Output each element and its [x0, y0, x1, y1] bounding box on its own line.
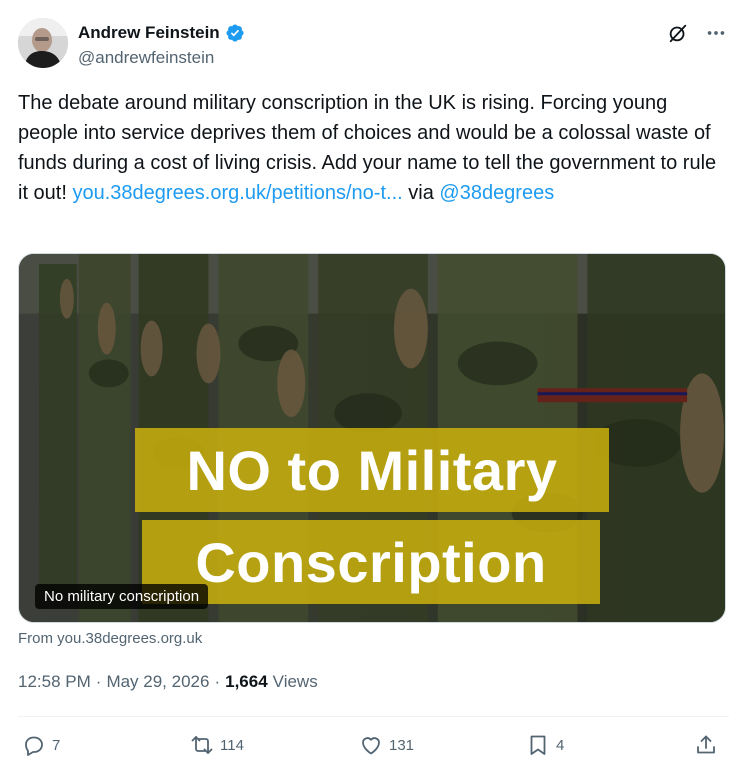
- bookmark-button[interactable]: 4: [526, 730, 564, 760]
- share-button[interactable]: [694, 730, 718, 760]
- like-icon: [362, 737, 380, 755]
- share-icon: [697, 735, 715, 754]
- author-handle[interactable]: @andrewfeinstein: [78, 48, 245, 68]
- verified-icon: [225, 23, 245, 43]
- divider: [18, 716, 729, 717]
- reply-count: 7: [52, 736, 61, 754]
- action-bar: 7 114 131 4: [18, 730, 729, 760]
- views-label: Views: [272, 672, 318, 691]
- views-count: 1,664: [225, 672, 268, 691]
- author-name[interactable]: Andrew Feinstein: [78, 23, 220, 43]
- mention-link[interactable]: @38degrees: [439, 182, 554, 204]
- tweet-header: Andrew Feinstein @andrewfeinstein: [18, 18, 729, 72]
- reply-icon: [25, 736, 43, 756]
- meta-separator: ·: [214, 672, 221, 691]
- more-icon[interactable]: [703, 20, 729, 46]
- like-count: 131: [389, 736, 415, 754]
- bookmark-icon: [530, 735, 546, 755]
- author-block: Andrew Feinstein @andrewfeinstein: [78, 22, 245, 68]
- repost-button[interactable]: 114: [190, 730, 244, 760]
- banner-line-2: Conscription: [142, 520, 600, 604]
- petition-link[interactable]: you.38degrees.org.uk/petitions/no-t...: [72, 182, 402, 204]
- like-button[interactable]: 131: [359, 730, 414, 760]
- meta-separator: ·: [95, 672, 102, 691]
- tweet-meta: 12:58 PM · May 29, 2026 · 1,664 Views: [18, 670, 318, 694]
- reply-button[interactable]: 7: [22, 730, 60, 760]
- tweet-time[interactable]: 12:58 PM: [18, 672, 91, 692]
- tweet-text: The debate around military conscription …: [18, 88, 730, 208]
- repost-count: 114: [220, 736, 244, 754]
- banner-line-1: NO to Military: [135, 428, 609, 512]
- link-source[interactable]: From you.38degrees.org.uk: [18, 630, 202, 647]
- repost-icon: [191, 736, 213, 754]
- media-image[interactable]: NO to Military Conscription No military …: [18, 253, 726, 623]
- avatar[interactable]: [18, 18, 68, 68]
- bookmark-count: 4: [556, 736, 565, 754]
- tweet-date[interactable]: May 29, 2026: [106, 672, 209, 692]
- tweet-text-via: via: [402, 182, 440, 204]
- alt-text-badge[interactable]: No military conscription: [35, 584, 209, 609]
- grok-icon[interactable]: [665, 20, 691, 46]
